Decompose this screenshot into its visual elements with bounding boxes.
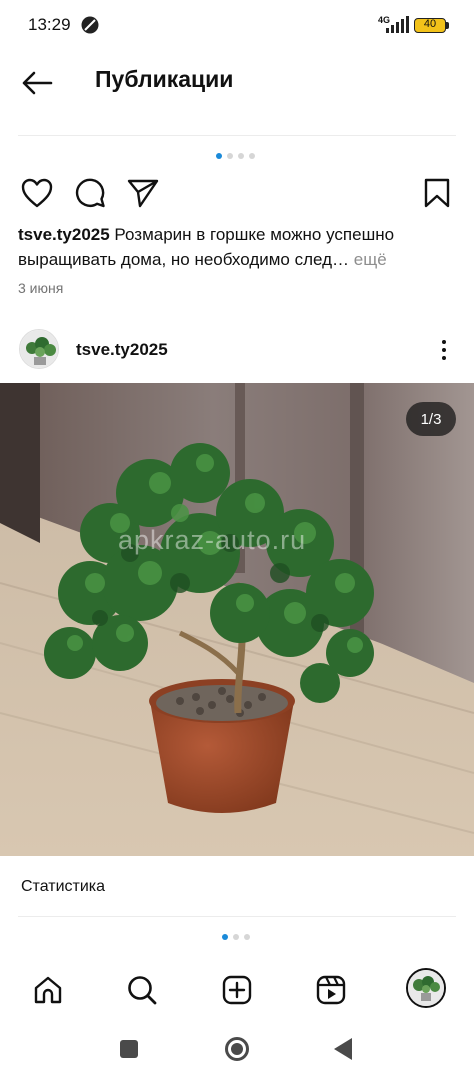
system-navigation [0, 1020, 474, 1080]
home-system-button[interactable] [225, 1037, 249, 1061]
watermark: apkraz-auto.ru [118, 525, 307, 555]
do-not-disturb-icon [81, 16, 99, 34]
author-avatar[interactable] [19, 329, 59, 369]
carousel-dots-bottom [222, 934, 250, 940]
post-date: 3 июня [18, 280, 64, 296]
caption-username[interactable]: tsve.ty2025 [18, 225, 110, 244]
recent-apps-button[interactable] [120, 1040, 138, 1058]
comment-button[interactable] [72, 175, 108, 211]
nav-search-button[interactable] [120, 968, 164, 1012]
status-time: 13:29 [28, 15, 71, 34]
battery-level: 40 [423, 18, 437, 30]
carousel-dot [244, 934, 250, 940]
avatar-image [20, 330, 58, 368]
carousel-dot [249, 153, 255, 159]
like-button[interactable] [18, 176, 56, 210]
plant-photo [0, 383, 474, 856]
carousel-dot-active [222, 934, 228, 940]
bookmark-icon [424, 178, 450, 208]
more-link[interactable]: ещё [354, 250, 387, 269]
share-button[interactable] [125, 176, 161, 210]
divider [18, 916, 456, 917]
page-title: Публикации [95, 66, 234, 92]
carousel-dot [238, 153, 244, 159]
battery-cap [446, 22, 449, 29]
reels-icon [316, 975, 346, 1005]
nav-home-button[interactable] [26, 968, 70, 1012]
nav-create-button[interactable] [215, 968, 259, 1012]
post-caption: tsve.ty2025 Розмарин в горшке можно успе… [18, 222, 458, 272]
paper-plane-icon [127, 179, 159, 208]
kebab-dot [442, 348, 446, 352]
kebab-dot [442, 340, 446, 344]
arrow-left-icon [22, 71, 53, 95]
create-icon [222, 975, 252, 1005]
status-bar: 13:29 4G 40 [0, 0, 474, 52]
comment-icon [75, 178, 105, 208]
back-button[interactable] [16, 64, 58, 102]
kebab-dot [442, 356, 446, 360]
profile-avatar-image [408, 970, 444, 1006]
nav-profile-avatar[interactable] [406, 968, 446, 1008]
statistics-link[interactable]: Статистика [21, 878, 105, 896]
nav-reels-button[interactable] [309, 968, 353, 1012]
battery-icon: 40 [414, 18, 446, 33]
carousel-dot [227, 153, 233, 159]
bottom-navigation [0, 960, 474, 1020]
carousel-dots [216, 153, 255, 159]
save-button[interactable] [422, 176, 452, 210]
heart-icon [21, 178, 53, 208]
carousel-dot-active [216, 153, 222, 159]
carousel-dot [233, 934, 239, 940]
more-options-button[interactable] [432, 334, 456, 366]
signal-icon [386, 16, 409, 33]
divider [18, 135, 456, 136]
author-username[interactable]: tsve.ty2025 [76, 340, 168, 360]
image-counter-badge: 1/3 [406, 402, 456, 436]
home-icon [34, 976, 62, 1004]
back-system-button[interactable] [334, 1038, 352, 1060]
search-icon [128, 976, 157, 1005]
post-image[interactable] [0, 383, 474, 856]
